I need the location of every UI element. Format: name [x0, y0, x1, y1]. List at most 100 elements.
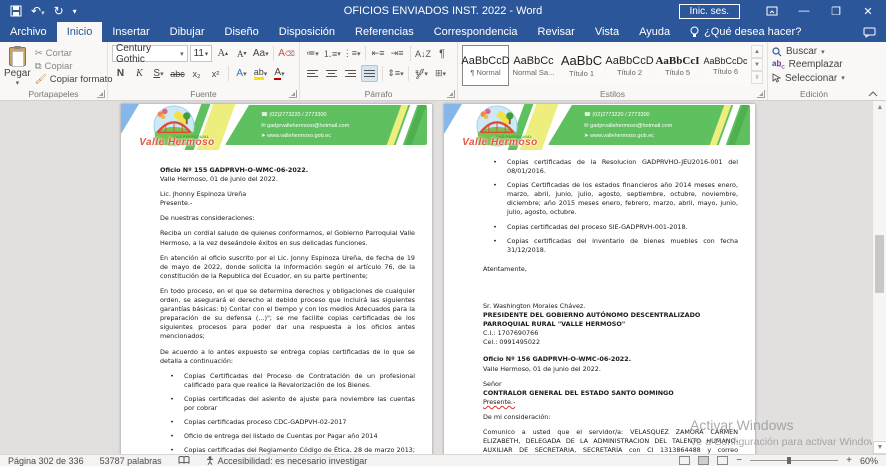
align-right-button[interactable] — [342, 65, 359, 82]
letterhead: ☎ (02)2773220 / 2773300 ✉ gadprvalleherm… — [121, 104, 432, 154]
grow-font-button[interactable]: A▴ — [214, 45, 231, 62]
font-dialog-launcher-icon[interactable] — [289, 90, 297, 98]
tab-dibujar[interactable]: Dibujar — [160, 22, 215, 42]
zoom-out-icon[interactable]: − — [736, 455, 742, 466]
style-card-titulo2[interactable]: AaBbCcD Título 2 — [606, 45, 653, 86]
scroll-down-icon[interactable]: ▼ — [873, 441, 886, 454]
replace-button[interactable]: ab̲c Reemplazar — [772, 59, 856, 71]
styles-scroll-up-icon[interactable]: ▲ — [751, 45, 763, 58]
save-icon[interactable] — [10, 5, 22, 17]
subscript-button[interactable]: x₂ — [188, 65, 205, 82]
align-center-button[interactable] — [323, 65, 340, 82]
zoom-slider[interactable] — [750, 460, 838, 461]
oficio-ref-2: Oficio Nº 156 GADPRVH-O-WMC-06-2022. — [483, 355, 738, 364]
zoom-slider-thumb[interactable] — [787, 457, 791, 464]
tab-correspondencia[interactable]: Correspondencia — [424, 22, 528, 42]
paste-button[interactable]: Pegar ▾ — [4, 45, 31, 87]
increase-indent-button[interactable]: ⇥≡ — [389, 45, 406, 62]
tab-revisar[interactable]: Revisar — [528, 22, 585, 42]
style-card-titulo1[interactable]: AaBbC Título 1 — [558, 45, 605, 86]
tab-insertar[interactable]: Insertar — [102, 22, 159, 42]
select-button[interactable]: Seleccionar▾ — [772, 73, 856, 84]
find-button[interactable]: Buscar▾ — [772, 46, 856, 57]
cut-button[interactable]: ✂Cortar — [35, 48, 113, 59]
numbering-button[interactable]: ⒈≡▾ — [323, 45, 341, 62]
paragraph-dialog-launcher-icon[interactable] — [447, 90, 455, 98]
list-item: Copias certificadas del inventario de bi… — [483, 237, 738, 255]
view-read-mode-icon[interactable] — [679, 456, 690, 465]
ribbon-display-options-icon[interactable] — [758, 2, 786, 20]
sort-button[interactable]: A↓Z — [415, 45, 432, 62]
align-left-button[interactable] — [304, 65, 321, 82]
oficio-ref: Oficio Nº 155 GADPRVH-O-WMC-06-2022. — [160, 166, 415, 175]
word-count[interactable]: 53787 palabras — [100, 456, 162, 466]
tab-diseno[interactable]: Diseño — [215, 22, 269, 42]
styles-more-icon[interactable]: ⇳ — [751, 71, 763, 84]
clear-formatting-button[interactable]: A⌫ — [278, 45, 295, 62]
strikethrough-button[interactable]: abc — [169, 65, 186, 82]
highlight-button[interactable]: ab▾ — [252, 65, 269, 82]
font-name-select[interactable]: Century Gothic▾ — [112, 45, 188, 62]
oficio-date: Valle Hermoso, 01 de junio del 2022. — [160, 175, 415, 184]
justify-button[interactable] — [361, 65, 378, 82]
comments-icon[interactable] — [863, 27, 876, 38]
search-icon — [772, 47, 782, 57]
list-item: Copias Certificadas de los estados finan… — [483, 181, 738, 217]
document-page-1[interactable]: ☎ (02)2773220 / 2773300 ✉ gadprvalleherm… — [121, 104, 432, 454]
change-case-button[interactable]: Aa▾ — [252, 45, 269, 62]
copy-button[interactable]: ⧉Copiar — [35, 61, 113, 72]
view-web-layout-icon[interactable] — [717, 456, 728, 465]
document-page-2[interactable]: ☎ (02)2773220 / 2773300 ✉ gadprvalleherm… — [444, 104, 755, 454]
format-painter-button[interactable]: 🖌︎Copiar formato — [35, 74, 113, 85]
bold-button[interactable]: N — [112, 65, 129, 82]
tellme-box[interactable]: ¿Qué desea hacer? — [680, 22, 811, 42]
italic-button[interactable]: K — [131, 65, 148, 82]
restore-button[interactable]: ❐ — [822, 2, 850, 20]
collapse-ribbon-icon[interactable] — [868, 91, 878, 97]
font-color-button[interactable]: A▾ — [271, 65, 288, 82]
line-spacing-button[interactable]: ⇕≡▾ — [387, 65, 404, 82]
show-marks-button[interactable]: ¶ — [434, 45, 451, 62]
minimize-button[interactable]: — — [790, 2, 818, 20]
signin-button[interactable]: Inic. ses. — [679, 4, 740, 19]
shading-button[interactable]: 🝳▾ — [413, 65, 430, 82]
scroll-up-icon[interactable]: ▲ — [873, 101, 886, 114]
text-effects-button[interactable]: A▾ — [233, 65, 250, 82]
zoom-in-icon[interactable]: + — [846, 455, 852, 466]
redo-icon[interactable]: ↻ — [54, 4, 64, 18]
tab-referencias[interactable]: Referencias — [345, 22, 424, 42]
multilevel-list-button[interactable]: ⋮≡▾ — [343, 45, 361, 62]
list-item: Copias certificadas del Reglamento Códig… — [160, 446, 415, 454]
signer-name: Sr. Washington Morales Chávez. — [483, 302, 738, 311]
title-bar: ↶▾ ↻ ▾ OFICIOS ENVIADOS INST. 2022 - Wor… — [0, 0, 886, 22]
page-indicator[interactable]: Página 302 de 336 — [8, 456, 84, 466]
font-size-select[interactable]: 11▾ — [190, 45, 213, 62]
style-card-titulo6[interactable]: AaBbCcDc Título 6 — [702, 45, 749, 86]
qat-customize-icon[interactable]: ▾ — [73, 7, 77, 16]
undo-icon[interactable]: ↶▾ — [31, 4, 45, 18]
accessibility-status[interactable]: Accesibilidad: es necesario investigar — [206, 456, 368, 466]
tab-inicio[interactable]: Inicio — [57, 22, 103, 42]
tab-ayuda[interactable]: Ayuda — [629, 22, 680, 42]
tab-vista[interactable]: Vista — [585, 22, 629, 42]
styles-scroll-down-icon[interactable]: ▼ — [751, 58, 763, 71]
close-button[interactable]: ✕ — [854, 2, 882, 20]
vertical-scrollbar[interactable]: ▲ ▼ — [872, 101, 886, 454]
style-card-titulo5[interactable]: AaBbCcI Título 5 — [654, 45, 701, 86]
bullets-button[interactable]: ≔▾ — [304, 45, 321, 62]
styles-dialog-launcher-icon[interactable] — [757, 90, 765, 98]
tab-disposicion[interactable]: Disposición — [269, 22, 345, 42]
style-card-normal[interactable]: AaBbCcD ¶ Normal — [462, 45, 509, 86]
zoom-level[interactable]: 60% — [860, 456, 878, 466]
clipboard-dialog-launcher-icon[interactable] — [97, 90, 105, 98]
scrollbar-thumb[interactable] — [875, 235, 884, 293]
borders-button[interactable]: ⊞▾ — [432, 65, 449, 82]
style-card-normal-sa[interactable]: AaBbCc Normal Sa... — [510, 45, 557, 86]
shrink-font-button[interactable]: A▾ — [233, 45, 250, 62]
decrease-indent-button[interactable]: ⇤≡ — [370, 45, 387, 62]
superscript-button[interactable]: x² — [207, 65, 224, 82]
view-print-layout-icon[interactable] — [698, 456, 709, 465]
tab-archivo[interactable]: Archivo — [0, 22, 57, 42]
proofing-icon[interactable] — [178, 456, 190, 465]
underline-button[interactable]: S▾ — [150, 65, 167, 82]
